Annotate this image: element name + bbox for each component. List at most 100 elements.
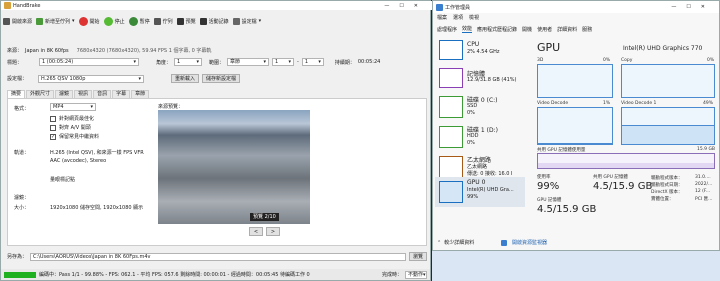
sidebar-item-memory[interactable]: 記憶體 12.9/31.8 GB (41%)	[435, 65, 525, 91]
tm-title-bar: 工作管理員 —☐✕	[433, 1, 719, 13]
location-value: PCI 匯...	[695, 197, 713, 202]
sidebar-item-disk-c[interactable]: 磁碟 0 (C:) SSD 0%	[435, 93, 525, 121]
format-dropdown[interactable]: MP4 ▾	[50, 103, 96, 111]
graph-3d	[537, 64, 613, 98]
tab-subtitles[interactable]: 字幕	[112, 90, 131, 98]
tab-processes[interactable]: 處理程序	[437, 26, 457, 33]
window-controls[interactable]: —☐✕	[384, 3, 432, 9]
sidebar-item-disk-d[interactable]: 磁碟 1 (D:) HDD 0%	[435, 123, 525, 151]
task-manager-icon	[436, 3, 443, 11]
preview-prev-button[interactable]: <	[249, 227, 263, 236]
open-resource-monitor-link[interactable]: 開啟資源監視器	[501, 239, 547, 246]
title-dropdown[interactable]: 1 (00:05:24) ▾	[39, 58, 140, 66]
driver-date-label: 驅動程式日期：	[651, 183, 683, 188]
sidebar-item-gpu[interactable]: GPU 0 Intel(R) UHD Gra... 99%	[435, 177, 525, 207]
status-bar: 編碼中：Pass 1/1 - 99.88% - FPS: 062.1 - 平均 …	[1, 269, 430, 280]
gpu-heading: GPU	[537, 41, 561, 54]
fewer-details-link[interactable]: ⌃ 較少詳細資料	[437, 239, 474, 247]
usage-value: 99%	[537, 181, 560, 192]
tm-window-controls[interactable]: —☐✕	[671, 4, 719, 10]
perf-sidebar: CPU 2% 4.54 GHz 記憶體 12.9/31.8 GB (41%) 磁…	[435, 35, 525, 235]
tab-audio[interactable]: 音訊	[93, 90, 112, 98]
graph-3d-label: 3D	[537, 58, 544, 63]
record-icon	[78, 16, 88, 26]
gpu-mem-label: GPU 記憶體	[537, 198, 562, 203]
save-preset-button[interactable]: 儲存新設定檔	[202, 74, 241, 83]
graph-vdec1-label: Video Decode 1	[621, 101, 657, 106]
menu-options[interactable]: 選項	[453, 14, 463, 21]
preview-next-button[interactable]: >	[266, 227, 280, 236]
settings-tabs: 摘要 外觀尺寸 濾鏡 視訊 音訊 字幕 章節	[7, 90, 150, 98]
title-row: 標題： 1 (00:05:24) ▾ 角度： 1 ▾ 範圍： 章節 ▾ 1 ▾ - 1 ▾…	[7, 58, 381, 66]
preview-icon	[176, 17, 184, 25]
driver-version-label: 驅動程式版本：	[651, 176, 683, 181]
driver-version-value: 31.0....	[695, 175, 711, 180]
tab-dimensions[interactable]: 外觀尺寸	[26, 90, 55, 98]
align-av-checkbox[interactable]: 對齊 A/V 開頭	[50, 124, 91, 131]
progress-bar	[4, 271, 36, 278]
graph-copy	[621, 64, 715, 98]
presets-button[interactable]: 設定檔 ▾	[232, 17, 261, 25]
taskbar	[432, 251, 720, 281]
gpu-model: Intel(R) UHD Graphics 770	[623, 45, 703, 52]
reload-button[interactable]: 重新載入	[171, 74, 200, 83]
activity-log-button[interactable]: 活動記錄	[199, 17, 229, 25]
sidebar-item-cpu[interactable]: CPU 2% 4.54 GHz	[435, 37, 525, 63]
pause-button[interactable]: 暫停	[128, 16, 150, 26]
range-type-dropdown[interactable]: 章節 ▾	[227, 58, 270, 66]
driver-date-value: 2022/...	[695, 182, 713, 187]
directx-value: 12 (F...	[695, 189, 711, 194]
tab-details[interactable]: 詳細資料	[557, 26, 577, 33]
size-label: 大小：	[14, 205, 30, 211]
stop-button[interactable]: 停止	[103, 16, 125, 26]
handbrake-window: HandBrake —☐✕ 開啟來源 新增至佇列 ▾ 開始 停止 暫停 佇列 預覽…	[0, 0, 432, 281]
open-source-button[interactable]: 開啟來源	[3, 17, 32, 25]
add-icon	[36, 17, 44, 25]
tab-performance[interactable]: 效能	[462, 25, 473, 33]
source-row: 來源： Japan in 8K 60fps 7680x4320 (7680x43…	[7, 47, 212, 55]
pause-icon	[128, 16, 138, 26]
preview-button[interactable]: 預覽	[176, 17, 196, 25]
range-from-dropdown[interactable]: 1 ▾	[272, 58, 295, 66]
save-as-row: 另存為： C:\Users\AORUS\Videos\Japan in 8K 6…	[7, 252, 428, 261]
tab-chapters[interactable]: 章節	[131, 90, 150, 98]
tm-menu: 檔案 選項 檢視	[437, 14, 479, 21]
tab-users[interactable]: 使用者	[537, 26, 552, 33]
graph-copy-pct: 0%	[707, 58, 715, 63]
filters-label: 濾鏡：	[14, 195, 30, 201]
preset-dropdown[interactable]: H.265 QSV 1080p ▾	[38, 74, 145, 83]
shared-mem-label: 共用 GPU 記憶體	[593, 175, 628, 180]
queue-icon	[153, 17, 161, 25]
range-to-dropdown[interactable]: 1 ▾	[301, 58, 324, 66]
status-text: 編碼中：Pass 1/1 - 99.88% - FPS: 062.1 - 平均 …	[39, 272, 310, 278]
preset-row: 設定檔： H.265 QSV 1080p ▾ 重新載入 儲存新設定檔	[7, 74, 241, 83]
tab-services[interactable]: 服務	[582, 26, 592, 33]
graph-vdec-pct: 1%	[603, 101, 611, 106]
shared-graph-max: 15.9 GB	[697, 147, 716, 152]
menu-view[interactable]: 檢視	[469, 14, 479, 21]
save-path-input[interactable]: C:\Users\AORUS\Videos\Japan in 8K 60Fps.…	[30, 252, 407, 261]
tab-startup[interactable]: 開機	[522, 26, 532, 33]
tab-summary[interactable]: 摘要	[7, 90, 26, 98]
queue-button[interactable]: 佇列	[153, 17, 173, 25]
when-done-dropdown[interactable]: 不動作 ▾	[405, 270, 427, 279]
title-bar: HandBrake —☐✕	[1, 1, 432, 10]
start-button[interactable]: 開始	[78, 16, 100, 26]
menu-file[interactable]: 檔案	[437, 14, 447, 21]
add-queue-button[interactable]: 新增至佇列 ▾	[36, 17, 75, 25]
metadata-checkbox[interactable]: ✓ 保留常見中繼資料	[50, 133, 99, 140]
preview-caption: 預覽 2/10	[250, 213, 279, 221]
shared-mem-value: 4.5/15.9 GB	[593, 181, 653, 192]
tab-video[interactable]: 視訊	[74, 90, 93, 98]
log-icon	[199, 17, 207, 25]
angle-dropdown[interactable]: 1 ▾	[174, 58, 203, 66]
task-manager-window: 工作管理員 —☐✕ 檔案 選項 檢視 處理程序 效能 應用程式歷程記錄 開機 使…	[432, 0, 720, 251]
ethernet-thumb	[439, 156, 463, 178]
tab-filters[interactable]: 濾鏡	[55, 90, 74, 98]
location-label: 實體位置：	[651, 197, 674, 202]
size-value: 1920x1080 儲存空間, 1920x1080 顯示	[50, 205, 144, 211]
toolbar: 開啟來源 新增至佇列 ▾ 開始 停止 暫停 佇列 預覽 活動記錄 設定檔 ▾	[3, 12, 431, 30]
browse-button[interactable]: 瀏覽	[409, 252, 428, 261]
web-optimize-checkbox[interactable]: 針對網頁最佳化	[50, 115, 94, 122]
tab-app-history[interactable]: 應用程式歷程記錄	[477, 26, 517, 33]
